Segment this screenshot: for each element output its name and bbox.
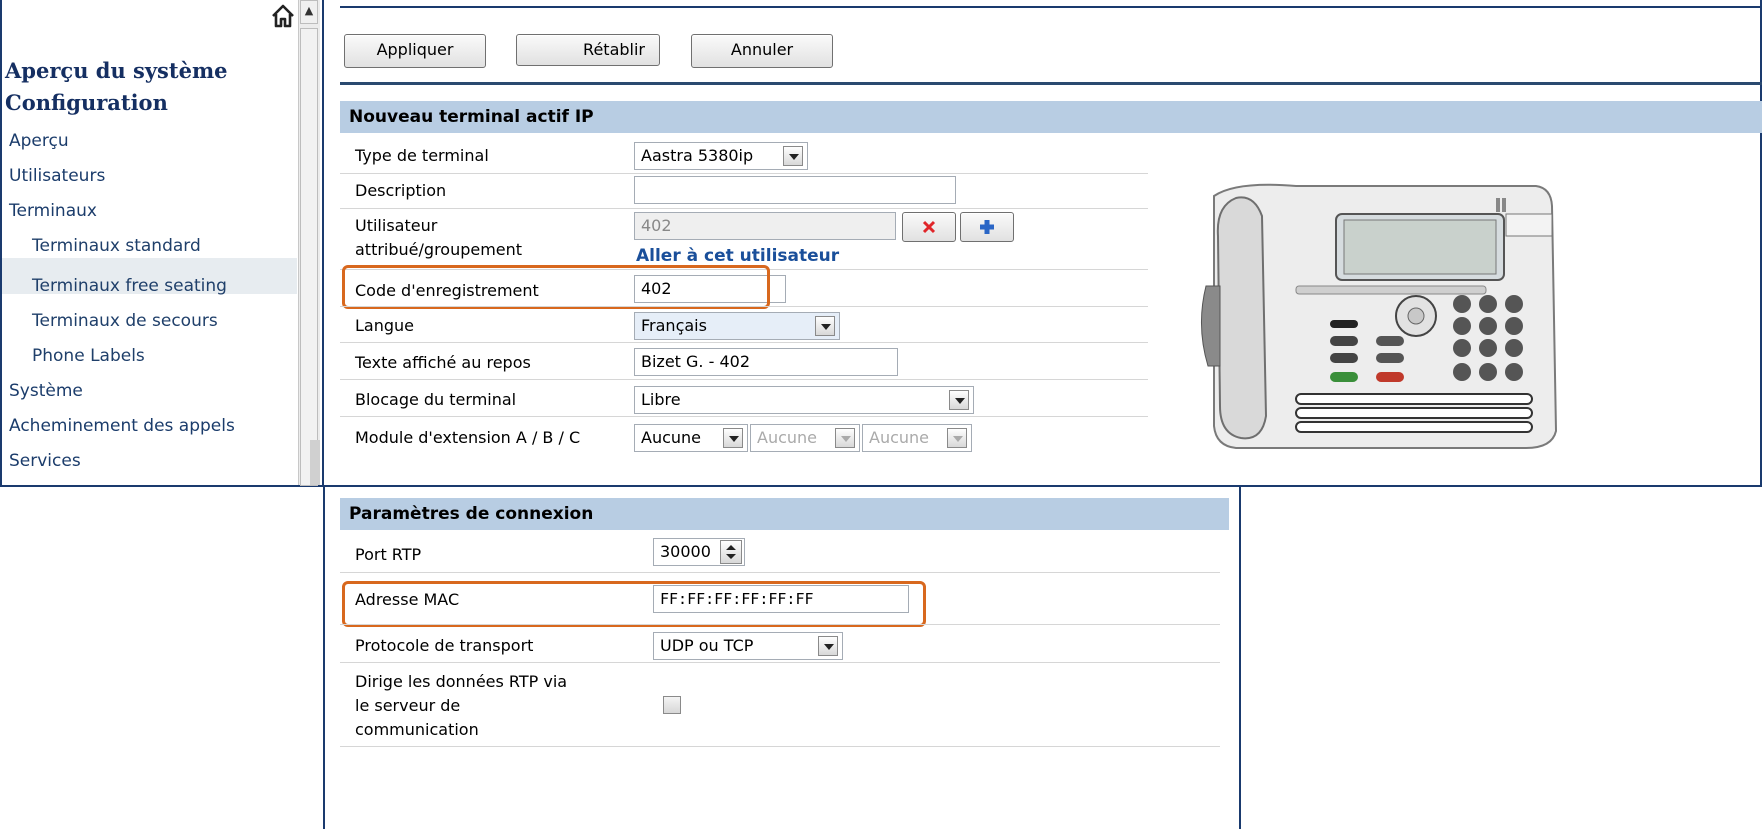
toolbar-border-top xyxy=(340,6,1762,8)
sidebar-item-call-routing[interactable]: Acheminement des appels xyxy=(9,416,235,436)
label-terminal-type: Type de terminal xyxy=(355,146,489,165)
row-divider xyxy=(340,416,1148,417)
label-language: Langue xyxy=(355,316,414,335)
pane-divider xyxy=(322,0,324,487)
rtp-port-stepper[interactable] xyxy=(720,540,742,564)
label-extension-module: Module d'extension A / B / C xyxy=(355,428,581,447)
row-divider xyxy=(340,662,1220,663)
label-idle-text: Texte affiché au repos xyxy=(355,353,531,372)
sidebar-item-backup-terminals[interactable]: Terminaux de secours xyxy=(32,311,218,331)
chevron-down-icon[interactable] xyxy=(815,316,835,336)
row-divider xyxy=(340,624,1220,625)
description-input[interactable] xyxy=(634,176,956,204)
chevron-down-icon[interactable] xyxy=(949,390,969,410)
terminal-type-select[interactable]: Aastra 5380ip xyxy=(634,142,808,170)
chevron-down-icon xyxy=(947,428,967,448)
sidebar-item-overview[interactable]: Aperçu xyxy=(9,131,69,151)
label-description: Description xyxy=(355,181,447,200)
label-rtp-port: Port RTP xyxy=(355,545,422,564)
scrollbar-track xyxy=(310,440,320,485)
nav-title-configuration[interactable]: Configuration xyxy=(5,90,168,115)
rtp-via-server-checkbox[interactable] xyxy=(663,696,681,714)
desk-phone-image xyxy=(1196,176,1562,456)
assigned-user-input: 402 xyxy=(634,212,896,240)
spinner-arrows-icon xyxy=(726,545,736,559)
sidebar-item-standard-terminals[interactable]: Terminaux standard xyxy=(32,236,201,256)
label-rtp-via-server-line1: Dirige les données RTP via xyxy=(355,672,568,691)
row-divider xyxy=(340,342,1148,343)
apply-button[interactable]: Appliquer xyxy=(344,34,486,68)
go-to-user-link[interactable]: Aller à cet utilisateur xyxy=(636,246,839,266)
extension-module-a-select[interactable]: Aucune xyxy=(634,424,748,452)
cancel-button[interactable]: Annuler xyxy=(691,34,833,68)
toolbar-border-bottom xyxy=(340,82,1762,85)
section-header-new-terminal: Nouveau terminal actif IP xyxy=(340,101,1762,133)
nav-title-system-overview[interactable]: Aperçu du système xyxy=(5,58,228,83)
label-transport-protocol: Protocole de transport xyxy=(355,636,534,655)
close-icon xyxy=(922,220,936,234)
terminal-lock-value: Libre xyxy=(641,390,681,409)
language-value: Français xyxy=(641,316,707,335)
extension-module-b-value: Aucune xyxy=(757,428,818,447)
sidebar-item-terminals[interactable]: Terminaux xyxy=(9,201,97,221)
home-icon[interactable] xyxy=(269,2,297,30)
extension-module-c-value: Aucune xyxy=(869,428,930,447)
terminal-type-value: Aastra 5380ip xyxy=(641,146,754,165)
label-user-line1: Utilisateur xyxy=(355,216,438,235)
highlight-mac-address xyxy=(342,581,926,627)
label-rtp-via-server-line2: le serveur de xyxy=(355,696,461,715)
extension-module-c-select: Aucune xyxy=(862,424,972,452)
transport-protocol-select[interactable]: UDP ou TCP xyxy=(653,632,843,660)
label-terminal-lock: Blocage du terminal xyxy=(355,390,517,409)
chevron-down-icon[interactable] xyxy=(818,636,838,656)
plus-icon xyxy=(980,220,994,234)
section-header-connection: Paramètres de connexion xyxy=(340,498,1229,530)
row-divider xyxy=(340,173,1148,174)
scrollbar-thumb[interactable] xyxy=(300,28,318,486)
label-rtp-via-server-line3: communication xyxy=(355,720,479,739)
scroll-up-arrow-icon[interactable]: ▲ xyxy=(300,0,318,24)
sidebar-item-free-seating[interactable]: Terminaux free seating xyxy=(32,276,227,296)
label-user-line2: attribué/groupement xyxy=(355,240,523,259)
extension-module-b-select: Aucune xyxy=(750,424,860,452)
row-divider xyxy=(340,379,1148,380)
remove-user-button[interactable] xyxy=(902,212,956,242)
chevron-down-icon xyxy=(835,428,855,448)
language-select[interactable]: Français xyxy=(634,312,840,340)
transport-protocol-value: UDP ou TCP xyxy=(660,636,754,655)
chevron-down-icon[interactable] xyxy=(723,428,743,448)
row-divider xyxy=(340,208,1148,209)
row-divider xyxy=(340,572,1220,573)
idle-text-input[interactable]: Bizet G. - 402 xyxy=(634,348,898,376)
extension-module-a-value: Aucune xyxy=(641,428,702,447)
chevron-down-icon[interactable] xyxy=(783,146,803,166)
highlight-registration-code xyxy=(342,265,770,309)
terminal-lock-select[interactable]: Libre xyxy=(634,386,974,414)
add-user-button[interactable] xyxy=(960,212,1014,242)
sidebar-item-phone-labels[interactable]: Phone Labels xyxy=(32,346,145,366)
reset-button[interactable]: Rétablir xyxy=(516,34,660,66)
sidebar-item-system[interactable]: Système xyxy=(9,381,83,401)
row-divider xyxy=(340,306,1148,307)
row-divider xyxy=(340,746,1220,747)
sidebar-item-users[interactable]: Utilisateurs xyxy=(9,166,105,186)
sidebar-item-services[interactable]: Services xyxy=(9,451,81,471)
